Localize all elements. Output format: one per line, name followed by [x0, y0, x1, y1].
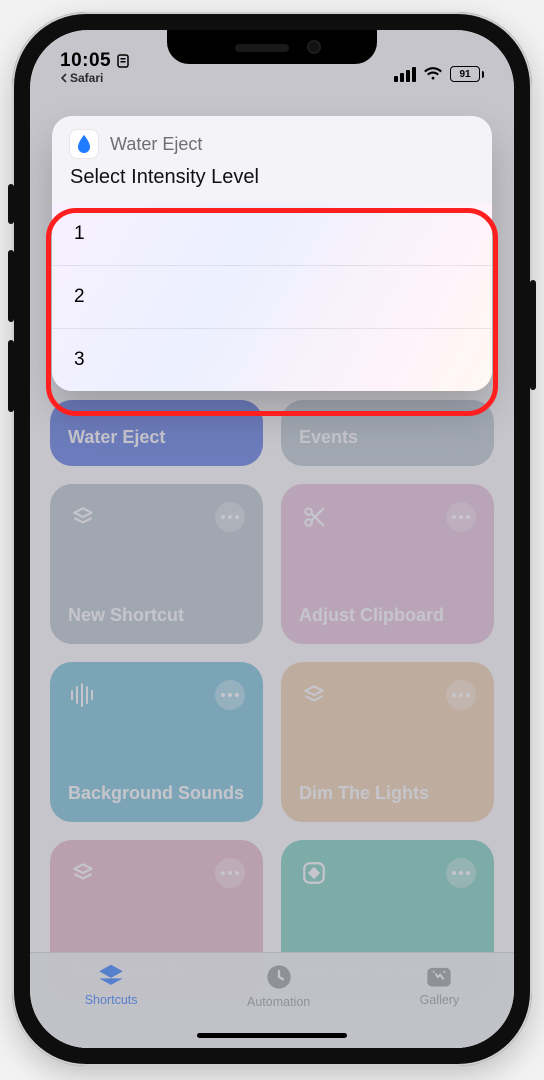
phone-frame: 10:05 Safari 91: [12, 12, 532, 1066]
intensity-option-3[interactable]: 3: [52, 328, 492, 391]
intensity-modal: Water Eject Select Intensity Level 1 2 3: [52, 116, 492, 391]
battery-text: 91: [459, 69, 470, 80]
modal-prompt: Select Intensity Level: [52, 160, 492, 203]
back-app-label: Safari: [70, 72, 103, 84]
volume-down: [8, 340, 14, 412]
intensity-option-1[interactable]: 1: [52, 203, 492, 265]
intensity-option-2[interactable]: 2: [52, 265, 492, 328]
shortcut-status-icon: [117, 54, 129, 68]
clock-text: 10:05: [60, 51, 111, 70]
modal-app-name: Water Eject: [110, 134, 202, 155]
power-button: [530, 280, 536, 390]
water-eject-app-icon: [70, 130, 98, 158]
mute-switch: [8, 184, 14, 224]
wifi-icon: [423, 67, 443, 81]
battery-indicator: 91: [450, 66, 484, 82]
cellular-icon: [394, 67, 416, 82]
chevron-left-icon: [60, 73, 68, 83]
volume-up: [8, 250, 14, 322]
screen: 10:05 Safari 91: [30, 30, 514, 1048]
notch: [167, 30, 377, 64]
back-to-app[interactable]: Safari: [60, 72, 129, 84]
status-time: 10:05: [60, 51, 129, 70]
home-indicator[interactable]: [197, 1033, 347, 1038]
intensity-options: 1 2 3: [52, 203, 492, 391]
